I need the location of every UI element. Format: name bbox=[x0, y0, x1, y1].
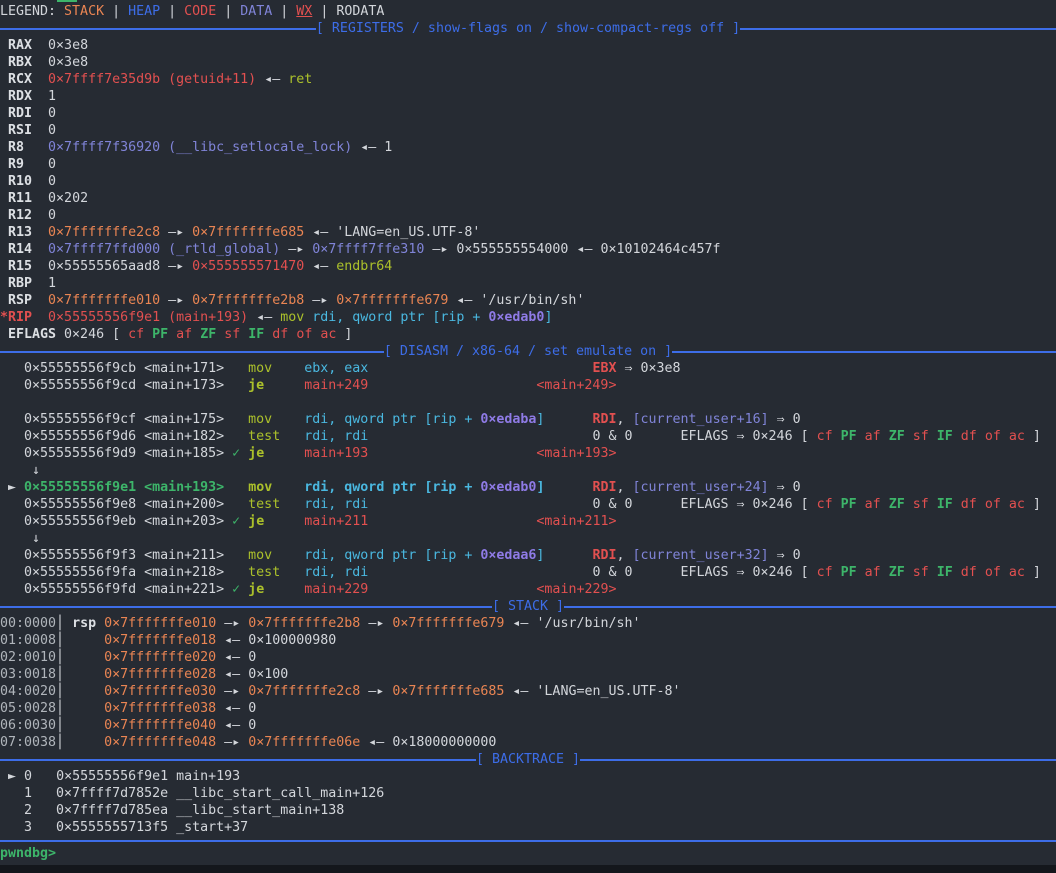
terminal-row: R11 0×202 bbox=[0, 190, 1056, 207]
backtrace-section-title: [ BACKTRACE ] bbox=[476, 751, 580, 768]
terminal-row: R13 0×7fffffffe2c8 —▸ 0×7fffffffe685 ◂— … bbox=[0, 224, 1056, 241]
divider-line bbox=[0, 759, 476, 761]
command-prompt[interactable]: pwndbg> bbox=[0, 845, 1056, 862]
terminal-row: 1 0×7ffff7d7852e __libc_start_call_main+… bbox=[0, 785, 1056, 802]
terminal-row: 3 0×5555555713f5 _start+37 bbox=[0, 819, 1056, 836]
terminal-row: 0×55555556f9fd <main+221> ✓ je main+229 … bbox=[0, 581, 1056, 598]
divider-line bbox=[672, 351, 1056, 353]
terminal-row: 0×55555556f9d9 <main+185> ✓ je main+193 … bbox=[0, 445, 1056, 462]
backtrace-section-header: [ BACKTRACE ] bbox=[0, 751, 1056, 768]
terminal-row: 2 0×7ffff7d785ea __libc_start_main+138 bbox=[0, 802, 1056, 819]
divider-line bbox=[0, 351, 384, 353]
terminal-row: 04:0020│ 0×7fffffffe030 —▸ 0×7fffffffe2c… bbox=[0, 683, 1056, 700]
terminal-row: 0×55555556f9eb <main+203> ✓ je main+211 … bbox=[0, 513, 1056, 530]
terminal-row: R9 0 bbox=[0, 156, 1056, 173]
previous-line-fragment bbox=[57, 0, 77, 2]
terminal-row: RSI 0 bbox=[0, 122, 1056, 139]
terminal-row: *RIP 0×55555556f9e1 (main+193) ◂— mov rd… bbox=[0, 309, 1056, 326]
terminal-row: 07:0038│ 0×7fffffffe048 —▸ 0×7fffffffe06… bbox=[0, 734, 1056, 751]
registers-section-header: [ REGISTERS / show-flags on / show-compa… bbox=[0, 20, 1056, 37]
terminal-row: RSP 0×7fffffffe010 —▸ 0×7fffffffe2b8 —▸ … bbox=[0, 292, 1056, 309]
terminal-row: RDI 0 bbox=[0, 105, 1056, 122]
divider-line bbox=[564, 606, 1056, 608]
terminal-row: 00:0000│ rsp 0×7fffffffe010 —▸ 0×7ffffff… bbox=[0, 615, 1056, 632]
prompt-separator-line bbox=[0, 840, 1056, 842]
terminal-row: R12 0 bbox=[0, 207, 1056, 224]
terminal-row: EFLAGS 0×246 [ cf PF af ZF sf IF df of a… bbox=[0, 326, 1056, 343]
registers-panel: RAX 0×3e8 RBX 0×3e8 RCX 0×7ffff7e35d9b (… bbox=[0, 37, 1056, 343]
terminal-row: RBX 0×3e8 bbox=[0, 54, 1056, 71]
terminal-row: ↓ bbox=[0, 462, 1056, 479]
terminal-row: ► 0×55555556f9e1 <main+193> mov rdi, qwo… bbox=[0, 479, 1056, 496]
bottom-strip bbox=[0, 865, 1056, 873]
terminal-row: 0×55555556f9e8 <main+200> test rdi, rdi … bbox=[0, 496, 1056, 513]
terminal-row: 0×55555556f9cb <main+171> mov ebx, eax E… bbox=[0, 360, 1056, 377]
pwndbg-terminal: LEGEND: STACK | HEAP | CODE | DATA | WX … bbox=[0, 0, 1056, 873]
terminal-row: 0×55555556f9fa <main+218> test rdi, rdi … bbox=[0, 564, 1056, 581]
terminal-row: 02:0010│ 0×7fffffffe020 ◂— 0 bbox=[0, 649, 1056, 666]
terminal-row: 01:0008│ 0×7fffffffe018 ◂— 0×100000980 bbox=[0, 632, 1056, 649]
disasm-section-title: [ DISASM / x86-64 / set emulate on ] bbox=[384, 343, 672, 360]
terminal-row: RBP 1 bbox=[0, 275, 1056, 292]
disasm-section-header: [ DISASM / x86-64 / set emulate on ] bbox=[0, 343, 1056, 360]
divider-line bbox=[580, 759, 1056, 761]
stack-section-header: [ STACK ] bbox=[0, 598, 1056, 615]
terminal-row: RCX 0×7ffff7e35d9b (getuid+11) ◂— ret bbox=[0, 71, 1056, 88]
terminal-row bbox=[0, 394, 1056, 411]
terminal-row: 06:0030│ 0×7fffffffe040 ◂— 0 bbox=[0, 717, 1056, 734]
divider-line bbox=[740, 28, 1056, 30]
terminal-row: ↓ bbox=[0, 530, 1056, 547]
terminal-row: 0×55555556f9d6 <main+182> test rdi, rdi … bbox=[0, 428, 1056, 445]
terminal-row: LEGEND: STACK | HEAP | CODE | DATA | WX … bbox=[0, 3, 1056, 20]
stack-panel: 00:0000│ rsp 0×7fffffffe010 —▸ 0×7ffffff… bbox=[0, 615, 1056, 751]
prompt-label: pwndbg> bbox=[0, 846, 56, 861]
terminal-row: R8 0×7ffff7f36920 (__libc_setlocale_lock… bbox=[0, 139, 1056, 156]
terminal-row: R14 0×7ffff7ffd000 (_rtld_global) —▸ 0×7… bbox=[0, 241, 1056, 258]
terminal-row: 05:0028│ 0×7fffffffe038 ◂— 0 bbox=[0, 700, 1056, 717]
terminal-row: R15 0×55555565aad8 —▸ 0×555555571470 ◂— … bbox=[0, 258, 1056, 275]
disasm-panel: 0×55555556f9cb <main+171> mov ebx, eax E… bbox=[0, 360, 1056, 598]
registers-section-title: [ REGISTERS / show-flags on / show-compa… bbox=[316, 20, 740, 37]
terminal-row: RDX 1 bbox=[0, 88, 1056, 105]
divider-line bbox=[0, 28, 316, 30]
divider-line bbox=[0, 606, 492, 608]
legend-bar: LEGEND: STACK | HEAP | CODE | DATA | WX … bbox=[0, 3, 1056, 20]
terminal-row: RAX 0×3e8 bbox=[0, 37, 1056, 54]
terminal-row: 0×55555556f9f3 <main+211> mov rdi, qword… bbox=[0, 547, 1056, 564]
stack-section-title: [ STACK ] bbox=[492, 598, 564, 615]
terminal-row: ► 0 0×55555556f9e1 main+193 bbox=[0, 768, 1056, 785]
terminal-row: 0×55555556f9cd <main+173> je main+249 <m… bbox=[0, 377, 1056, 394]
terminal-row: 0×55555556f9cf <main+175> mov rdi, qword… bbox=[0, 411, 1056, 428]
backtrace-panel: ► 0 0×55555556f9e1 main+193 1 0×7ffff7d7… bbox=[0, 768, 1056, 836]
terminal-row: R10 0 bbox=[0, 173, 1056, 190]
terminal-row: 03:0018│ 0×7fffffffe028 ◂— 0×100 bbox=[0, 666, 1056, 683]
